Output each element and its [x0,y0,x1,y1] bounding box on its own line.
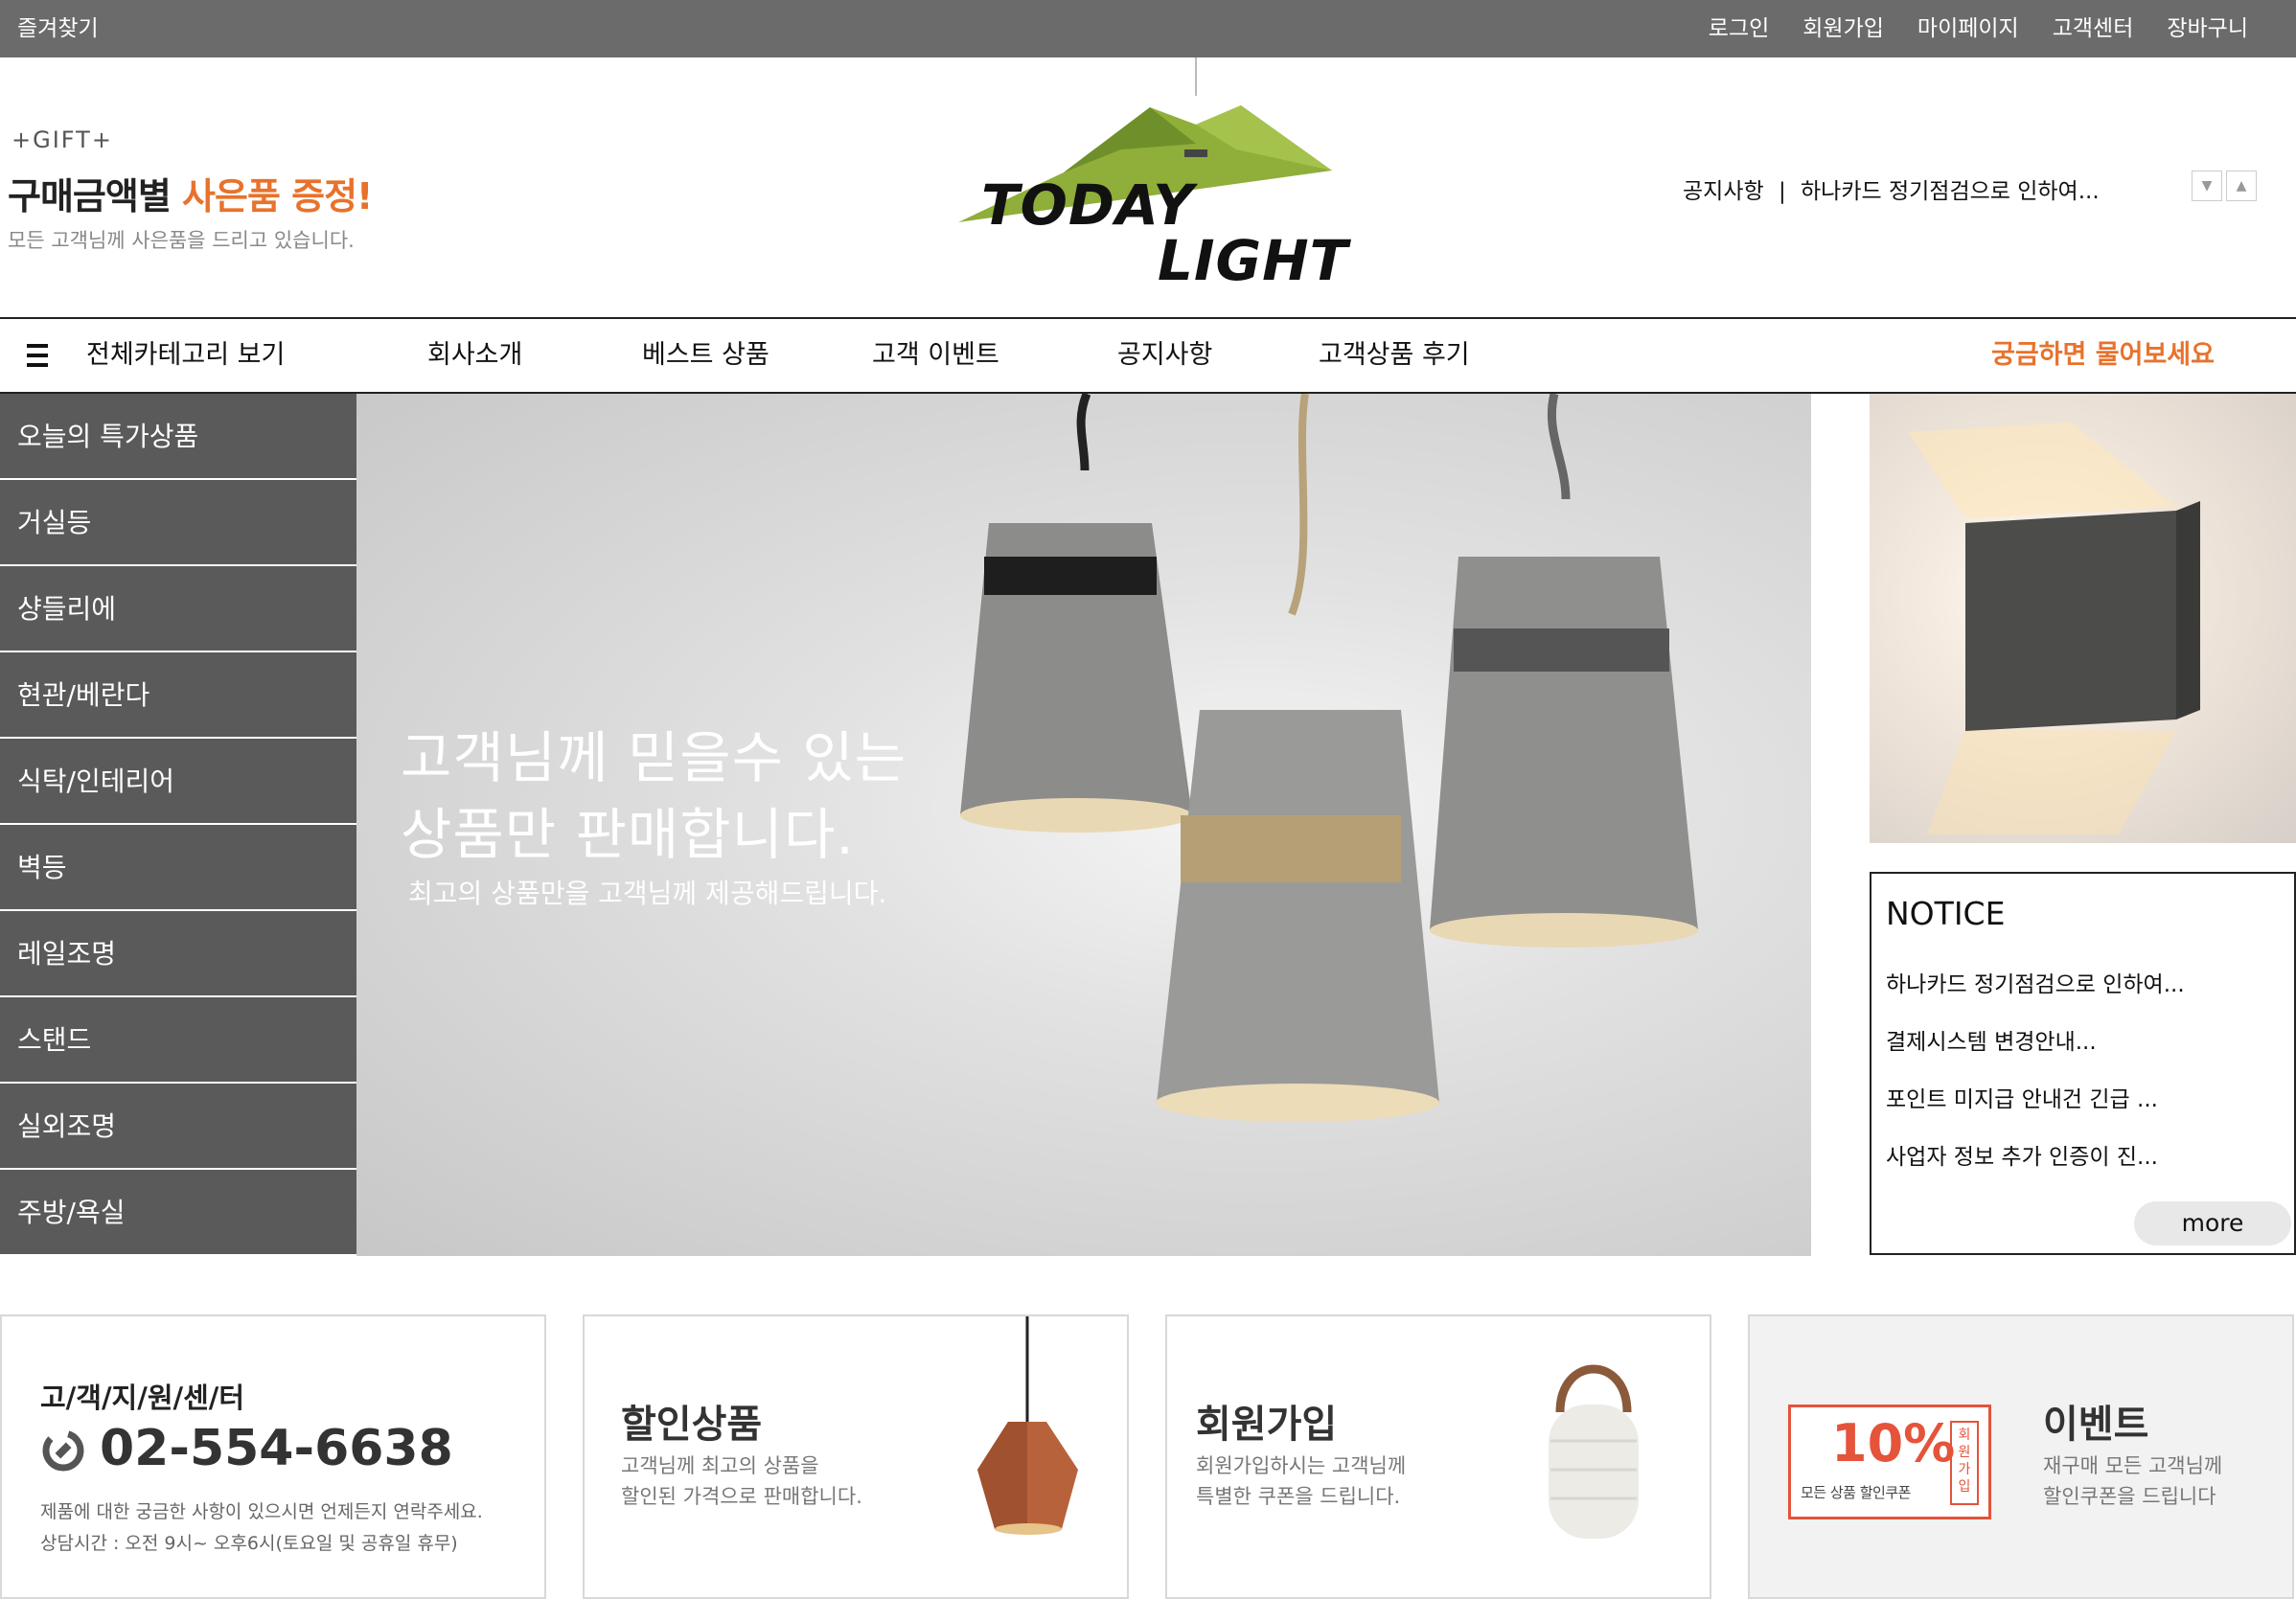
coupon-side-label: 회원가입 [1950,1421,1979,1505]
mypage-link[interactable]: 마이페이지 [1917,0,2019,57]
category-item[interactable]: 스탠드 [0,997,356,1084]
event-description: 재구매 모든 고객님께 할인쿠폰을 드립니다 [2043,1451,2222,1512]
support-label: 고/객/지/원/센/터 [40,1382,245,1414]
hero-title-line1: 고객님께 믿을수 있는 [401,725,907,790]
category-item[interactable]: 식탁/인테리어 [0,739,356,825]
login-link[interactable]: 로그인 [1709,0,1769,57]
header-notice-separator: | [1778,179,1786,204]
nav-ask-link[interactable]: 궁금하면 물어보세요 [1991,319,2215,392]
gift-promo[interactable]: +GIFT+ 구매금액별 사은품 증정! 모든 고객님께 사은품을 드리고 있습… [8,126,373,254]
customer-center-link[interactable]: 고객센터 [2053,0,2134,57]
coupon-side-text: 회원가입 [1958,1428,1971,1495]
event-desc-line1: 재구매 모든 고객님께 [2043,1454,2223,1477]
nav-item-events[interactable]: 고객 이벤트 [872,319,999,392]
gift-tag: +GIFT+ [11,126,113,153]
chevron-up-icon[interactable]: ▲ [2226,171,2257,201]
coupon-caption: 모든 상품 할인쿠폰 [1801,1484,1911,1501]
sale-products-banner[interactable]: 할인상품 고객님께 최고의 상품을 할인된 가격으로 판매합니다. [583,1314,1129,1599]
support-hours: 상담시간 : 오전 9시~ 오후6시(토요일 및 공휴일 휴무) [40,1533,458,1554]
category-item[interactable]: 샹들리에 [0,566,356,652]
nav-item-reviews[interactable]: 고객상품 후기 [1319,319,1470,392]
nav-item-best[interactable]: 베스트 상품 [642,319,769,392]
hero-title-line2: 상품만 판매합니다. [401,802,855,867]
wall-lamp-banner[interactable] [1870,394,2296,843]
notice-more-button[interactable]: more [2134,1201,2291,1245]
category-item[interactable]: 주방/욕실 [0,1170,356,1254]
chevron-down-icon[interactable]: ▼ [2192,171,2222,201]
favorites-link[interactable]: 즐겨찾기 [17,0,99,57]
support-desc-line1: 제품에 대한 궁금한 사항이 있으시면 언제든지 연락주세요. [40,1501,483,1522]
notice-item[interactable]: 사업자 정보 추가 인증이 진... [1886,1138,2158,1171]
category-item[interactable]: 거실등 [0,480,356,566]
wall-lamp-illustration [1908,423,2200,834]
notice-item[interactable]: 하나카드 정기점검으로 인하여... [1886,966,2185,998]
sale-description: 고객님께 최고의 상품을 할인된 가격으로 판매합니다. [621,1451,862,1512]
lantern-lamp-image [1549,1364,1639,1539]
membership-banner[interactable]: 회원가입 회원가입하시는 고객님께 특별한 쿠폰을 드립니다. [1165,1314,1711,1599]
header-notice[interactable]: 공지사항 | 하나카드 정기점검으로 인하여... [1683,172,2100,205]
category-item[interactable]: 벽등 [0,825,356,911]
sale-desc-line2: 할인된 가격으로 판매합니다. [621,1485,862,1508]
join-desc-line1: 회원가입하시는 고객님께 [1196,1454,1407,1477]
gift-headline-prefix: 구매금액별 [8,175,183,217]
gift-headline-highlight: 사은품 증정! [182,175,373,217]
category-item[interactable]: 오늘의 특가상품 [0,394,356,480]
pendant-lamp-image [977,1316,1078,1535]
notice-roll-controls: ▼ ▲ [2192,171,2257,201]
header: +GIFT+ 구매금액별 사은품 증정! 모든 고객님께 사은품을 드리고 있습… [0,57,2296,318]
main-nav: 전체카테고리 보기 회사소개 베스트 상품 고객 이벤트 공지사항 고객상품 후… [0,317,2296,394]
category-item[interactable]: 레일조명 [0,911,356,997]
support-description: 제품에 대한 궁금한 사항이 있으시면 언제든지 연락주세요. 상담시간 : 오… [40,1496,483,1560]
support-phone: 02-554-6638 [100,1420,453,1477]
category-item[interactable]: 현관/베란다 [0,652,356,739]
phone-icon [42,1429,84,1472]
cart-link[interactable]: 장바구니 [2167,0,2248,57]
hero-title: 고객님께 믿을수 있는 상품만 판매합니다. [401,720,907,873]
event-title: 이벤트 [2043,1403,2149,1447]
header-notice-label: 공지사항 [1683,179,1764,204]
top-links: 로그인 회원가입 마이페이지 고객센터 장바구니 [1709,0,2248,57]
join-desc-line2: 특별한 쿠폰을 드립니다. [1196,1485,1401,1508]
notice-item[interactable]: 포인트 미지급 안내건 긴급 ... [1886,1081,2158,1113]
join-title: 회원가입 [1196,1403,1338,1447]
site-logo[interactable]: TODAY LIGHT [949,57,1347,293]
notice-panel: NOTICE 하나카드 정기점검으로 인하여... 결제시스템 변경안내... … [1870,872,2296,1255]
event-desc-line2: 할인쿠폰을 드립니다 [2043,1485,2216,1508]
sale-desc-line1: 고객님께 최고의 상품을 [621,1454,819,1477]
event-banner[interactable]: 10% 모든 상품 할인쿠폰 회원가입 이벤트 재구매 모든 고객님께 할인쿠폰… [1748,1314,2294,1599]
gift-subtext: 모든 고객님께 사은품을 드리고 있습니다. [8,229,355,252]
top-utility-bar: 즐겨찾기 로그인 회원가입 마이페이지 고객센터 장바구니 [0,0,2296,57]
gift-headline: 구매금액별 사은품 증정! [8,167,373,219]
category-item[interactable]: 실외조명 [0,1084,356,1170]
hero-subtitle: 최고의 상품만을 고객님께 제공해드립니다. [408,878,887,909]
coupon-percent: 10% [1831,1413,1956,1473]
customer-support-banner[interactable]: 고/객/지/원/센/터 02-554-6638 제품에 대한 궁금한 사항이 있… [0,1314,546,1599]
join-description: 회원가입하시는 고객님께 특별한 쿠폰을 드립니다. [1196,1451,1406,1512]
header-notice-text: 하나카드 정기점검으로 인하여... [1801,179,2100,204]
nav-item-notice[interactable]: 공지사항 [1117,319,1212,392]
nav-all-categories[interactable]: 전체카테고리 보기 [86,319,285,392]
discount-coupon: 10% 모든 상품 할인쿠폰 회원가입 [1788,1405,1991,1519]
logo-text-light: LIGHT [1158,228,1349,293]
notice-item[interactable]: 결제시스템 변경안내... [1886,1023,2097,1056]
notice-title: NOTICE [1886,895,2006,932]
nav-item-about[interactable]: 회사소개 [427,319,522,392]
signup-link[interactable]: 회원가입 [1802,0,1884,57]
hero-banner[interactable]: 고객님께 믿을수 있는 상품만 판매합니다. 최고의 상품만을 고객님께 제공해… [356,394,1811,1256]
sale-title: 할인상품 [621,1403,763,1447]
hamburger-icon[interactable] [27,344,48,367]
category-sidebar: 오늘의 특가상품 거실등 샹들리에 현관/베란다 식탁/인테리어 벽등 레일조명… [0,394,356,1254]
